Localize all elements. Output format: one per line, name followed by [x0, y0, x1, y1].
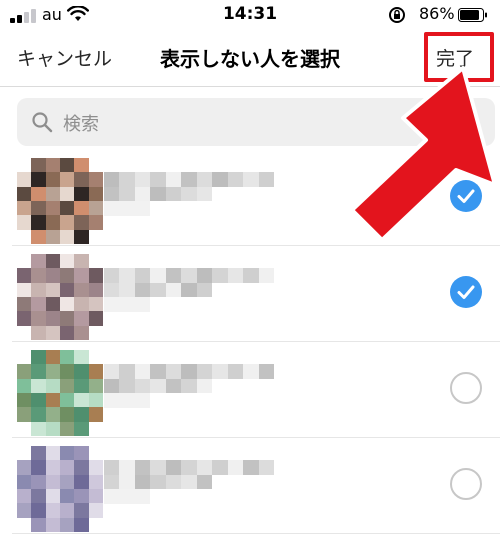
list-item[interactable]: [0, 246, 500, 342]
avatar: [17, 158, 103, 244]
search-icon: [32, 112, 53, 133]
username-censored: [104, 268, 274, 312]
checkmark-selected-icon[interactable]: [450, 276, 482, 308]
search-placeholder: 検索: [63, 114, 99, 135]
checkbox-unselected-icon[interactable]: [450, 372, 482, 404]
avatar: [17, 350, 103, 436]
username-censored: [104, 172, 274, 216]
avatar: [17, 254, 103, 340]
red-arrow-annotation: [350, 66, 497, 242]
username-censored: [104, 364, 274, 408]
battery-icon: [458, 8, 487, 22]
username-censored: [104, 460, 274, 504]
list-item[interactable]: [0, 438, 500, 534]
battery-percentage: 86%: [419, 4, 455, 23]
avatar: [17, 446, 103, 532]
checkbox-unselected-icon[interactable]: [450, 468, 482, 500]
status-bar: au 14:31 86%: [0, 0, 500, 30]
list-item[interactable]: [0, 342, 500, 438]
rotation-lock-icon: [389, 7, 405, 23]
